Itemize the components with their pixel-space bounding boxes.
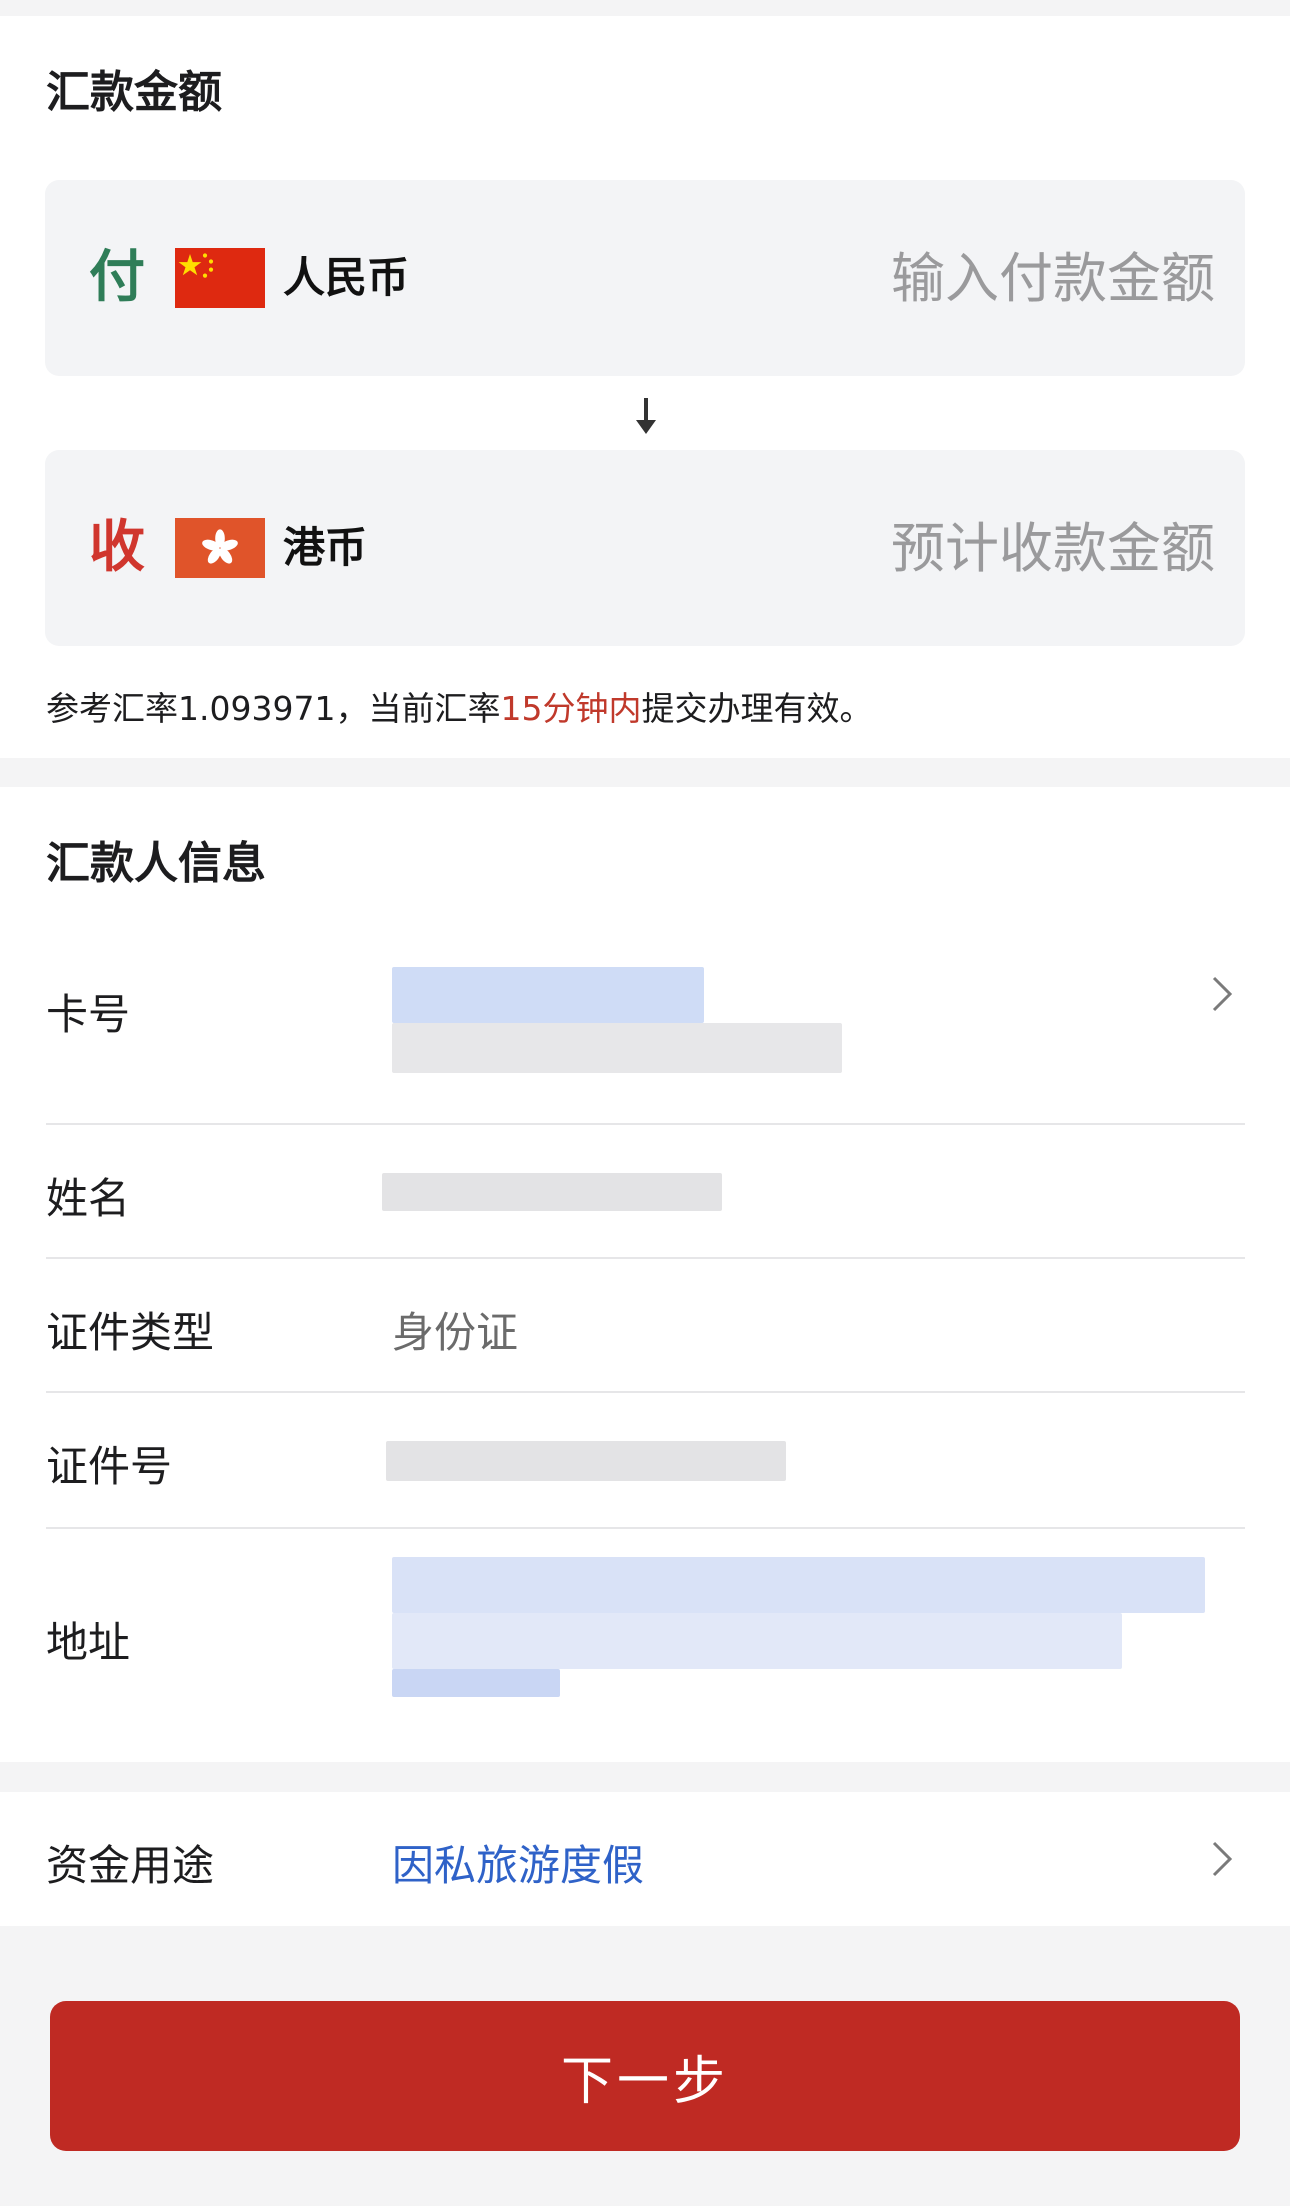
remitter-section-title: 汇款人信息 [46,838,266,889]
rate-note-highlight: 15分钟内 [500,689,642,728]
fund-purpose-card: 资金用途 因私旅游度假 [0,1792,1290,1926]
receive-amount-input[interactable] [695,512,1215,584]
amount-section-title: 汇款金额 [46,67,222,118]
exchange-rate-note: 参考汇率1.093971，当前汇率15分钟内提交办理有效。 [46,682,872,730]
name-row: 姓名 [46,1125,1245,1259]
remitter-info-card: 汇款人信息 卡号 姓名 证件类型 身份证 证件号 地址 [0,787,1290,1762]
id-type-value: 身份证 [392,1308,519,1357]
hk-flag-icon [172,518,268,578]
chevron-right-icon[interactable] [1211,975,1233,1013]
chevron-right-icon[interactable] [1211,1840,1233,1878]
receive-direction-label: 收 [89,515,145,580]
amount-card: 汇款金额 付 人民币 收 [0,16,1290,758]
next-step-button[interactable]: 下一步 [50,2001,1240,2151]
pay-currency-name: 人民币 [283,253,410,302]
card-number-masked-line1 [392,967,704,1023]
id-number-masked-value [386,1441,786,1481]
card-number-label: 卡号 [46,990,131,1039]
address-masked-line2 [392,1613,1122,1669]
rate-note-prefix: 参考汇率1.093971，当前汇率 [46,689,501,728]
address-masked-line1 [392,1557,1205,1613]
pay-direction-label: 付 [89,245,145,310]
id-number-label: 证件号 [46,1442,173,1491]
address-masked-line3 [392,1669,560,1697]
fund-purpose-label: 资金用途 [46,1841,215,1890]
receive-amount-box: 收 港币 [45,450,1245,646]
rate-note-suffix: 提交办理有效。 [641,689,873,728]
id-type-row: 证件类型 身份证 [46,1259,1245,1393]
id-number-row: 证件号 [46,1393,1245,1529]
pay-amount-box: 付 人民币 [45,180,1245,376]
pay-amount-input[interactable] [695,242,1215,314]
name-label: 姓名 [46,1174,131,1223]
card-number-masked-line2 [392,1023,842,1073]
id-type-label: 证件类型 [46,1308,215,1357]
address-row: 地址 [46,1529,1245,1739]
fund-purpose-value[interactable]: 因私旅游度假 [392,1832,644,1893]
cn-flag-icon [172,248,268,308]
fund-purpose-row[interactable]: 资金用途 因私旅游度假 [46,1792,1245,1926]
card-number-row[interactable]: 卡号 [46,927,1245,1125]
address-label: 地址 [46,1618,131,1667]
down-arrow-icon [636,398,656,434]
receive-currency-name: 港币 [283,523,368,572]
name-masked-value [382,1173,722,1211]
